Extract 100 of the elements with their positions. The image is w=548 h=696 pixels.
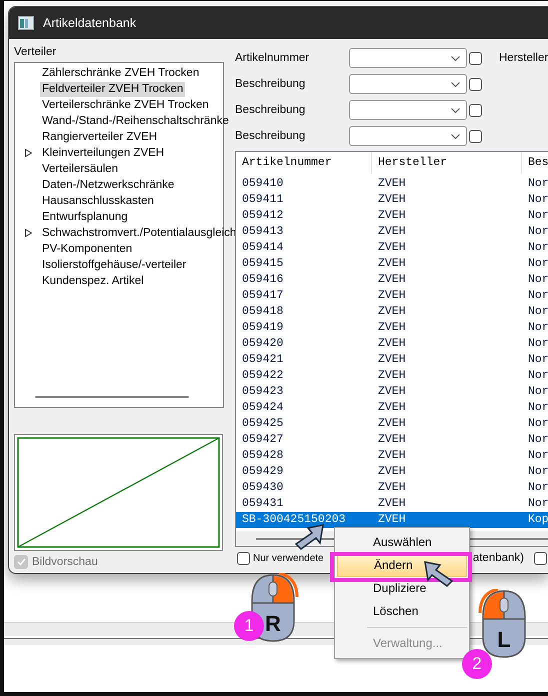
table-row[interactable]: 059425 ZVEH Nor: [236, 416, 548, 432]
table-cell-text: Nor: [527, 448, 548, 464]
tree-item[interactable]: Zählerschränke ZVEH Trocken: [40, 66, 202, 80]
step-badge: 2: [462, 649, 492, 679]
window-title: Artikeldatenbank: [43, 16, 136, 30]
table-row[interactable]: 059420 ZVEH Nor: [236, 336, 548, 352]
table-cell-text: 059424: [241, 400, 284, 416]
table-cell-text: Nor: [527, 288, 548, 304]
tree-item[interactable]: Verteilersäulen: [40, 162, 120, 176]
tree-item[interactable]: PV-Komponenten: [40, 242, 134, 256]
table-row[interactable]: 059419 ZVEH Nor: [236, 320, 548, 336]
table-row[interactable]: 059431 ZVEH Nor: [236, 496, 548, 512]
table-cell-text: ZVEH: [377, 272, 407, 288]
column-header[interactable]: Artikelnummer: [236, 152, 372, 174]
dropdown-icon: [451, 134, 460, 138]
table-row[interactable]: 059430 ZVEH Nor: [236, 480, 548, 496]
table-cell-text: Nor: [527, 272, 548, 288]
table-cell-text: 059423: [241, 384, 284, 400]
table-cell-text: Nor: [527, 304, 548, 320]
table-cell-text: Nor: [527, 496, 548, 512]
table-cell-text: 059427: [241, 432, 284, 448]
table-cell-text: ZVEH: [377, 400, 407, 416]
table-cell-text: 059421: [241, 352, 284, 368]
table-cell-text: ZVEH: [377, 256, 407, 272]
table-row[interactable]: 059427 ZVEH Nor: [236, 432, 548, 448]
checkbox[interactable]: [469, 104, 482, 116]
table-row[interactable]: 059424 ZVEH Nor: [236, 400, 548, 416]
table-cell-text: Nor: [527, 352, 548, 368]
table-row[interactable]: 059418 ZVEH Nor: [236, 304, 548, 320]
menu-item[interactable]: Auswählen: [337, 531, 467, 554]
table-row[interactable]: 059414 ZVEH Nor: [236, 240, 548, 256]
tree-item[interactable]: Kundenspez. Artikel: [40, 274, 146, 288]
table-row[interactable]: 059428 ZVEH Nor: [236, 448, 548, 464]
table-cell-text: 059429: [241, 464, 284, 480]
dropdown-icon: [451, 108, 460, 112]
dropdown-icon: [451, 82, 460, 86]
table-row[interactable]: 059410 ZVEH Nor: [236, 176, 548, 192]
table-row[interactable]: 059416 ZVEH Nor: [236, 272, 548, 288]
tree-item[interactable]: Entwurfsplanung: [40, 210, 130, 224]
table-cell-text: ZVEH: [377, 208, 407, 224]
table-cell-text: ZVEH: [377, 496, 407, 512]
table-cell-text: Nor: [527, 192, 548, 208]
table-cell-text: ZVEH: [377, 464, 407, 480]
table-cell-text: ZVEH: [377, 240, 407, 256]
column-header[interactable]: Bes: [522, 152, 548, 174]
cursor-icon: [424, 561, 454, 587]
table-cell-text: Nor: [527, 416, 548, 432]
tree-item[interactable]: Kleinverteilungen ZVEH: [40, 146, 166, 160]
tree-item[interactable]: Wand-/Stand-/Reihenschaltschränke: [40, 114, 231, 128]
table-cell-text: 059428: [241, 448, 284, 464]
table-cell-text: Nor: [527, 176, 548, 192]
checkbox[interactable]: [469, 78, 482, 90]
checkbox-label: atenbank): [472, 552, 524, 564]
table-cell-text: ZVEH: [377, 304, 407, 320]
table-cell-text: Nor: [527, 400, 548, 416]
column-header[interactable]: Hersteller: [372, 152, 522, 174]
table-cell-text: Nor: [527, 368, 548, 384]
expand-icon[interactable]: [25, 229, 32, 237]
table-cell-text: Nor: [527, 320, 548, 336]
table-cell-text: 059420: [241, 336, 284, 352]
checkbox[interactable]: [534, 552, 547, 564]
table-row[interactable]: 059423 ZVEH Nor: [236, 384, 548, 400]
scrollbar-thumb[interactable]: [35, 396, 189, 398]
table-row[interactable]: 059417 ZVEH Nor: [236, 288, 548, 304]
checkbox[interactable]: [469, 52, 482, 64]
menu-item[interactable]: Löschen: [337, 600, 467, 623]
tree-item[interactable]: Daten-/Netzwerkschränke: [40, 178, 176, 192]
table-cell-text: ZVEH: [377, 176, 407, 192]
expand-icon[interactable]: [25, 149, 32, 157]
table-row[interactable]: 059421 ZVEH Nor: [236, 352, 548, 368]
table-row[interactable]: 059411 ZVEH Nor: [236, 192, 548, 208]
table-cell-text: 059415: [241, 256, 284, 272]
table-cell-text: 059413: [241, 224, 284, 240]
checkbox[interactable]: [469, 130, 482, 142]
table-cell-text: Nor: [527, 432, 548, 448]
table-row[interactable]: 059413 ZVEH Nor: [236, 224, 548, 240]
table-cell-text: ZVEH: [377, 352, 407, 368]
tree-item[interactable]: Feldverteiler ZVEH Trocken: [40, 82, 186, 96]
dropdown-icon: [451, 56, 460, 60]
table-cell-text: ZVEH: [377, 448, 407, 464]
table-row[interactable]: SB-300425150203 ZVEH Kop: [236, 512, 548, 528]
table-cell-text: SB-300425150203: [241, 512, 347, 528]
tree-item[interactable]: Schwachstromvert./Potentialausgleich: [40, 226, 238, 240]
tree-item[interactable]: Hausanschlusskasten: [40, 194, 156, 208]
table-cell-text: Kop: [527, 512, 548, 528]
table-row[interactable]: 059412 ZVEH Nor: [236, 208, 548, 224]
tree-item[interactable]: Verteilerschränke ZVEH Trocken: [40, 98, 211, 112]
tree-item[interactable]: Rangierverteiler ZVEH: [40, 130, 160, 144]
table-cell-text: 059425: [241, 416, 284, 432]
table-cell-text: Nor: [527, 336, 548, 352]
check-icon: [16, 558, 26, 566]
table-cell-text: Nor: [527, 208, 548, 224]
checkbox[interactable]: [237, 552, 250, 564]
tree-item[interactable]: Isolierstoffgehäuse/-verteiler: [40, 258, 188, 272]
table-row[interactable]: 059415 ZVEH Nor: [236, 256, 548, 272]
table-row[interactable]: 059422 ZVEH Nor: [236, 368, 548, 384]
table-cell-text: Nor: [527, 240, 548, 256]
table-cell-text: Nor: [527, 384, 548, 400]
table-cell-text: ZVEH: [377, 224, 407, 240]
table-row[interactable]: 059429 ZVEH Nor: [236, 464, 548, 480]
